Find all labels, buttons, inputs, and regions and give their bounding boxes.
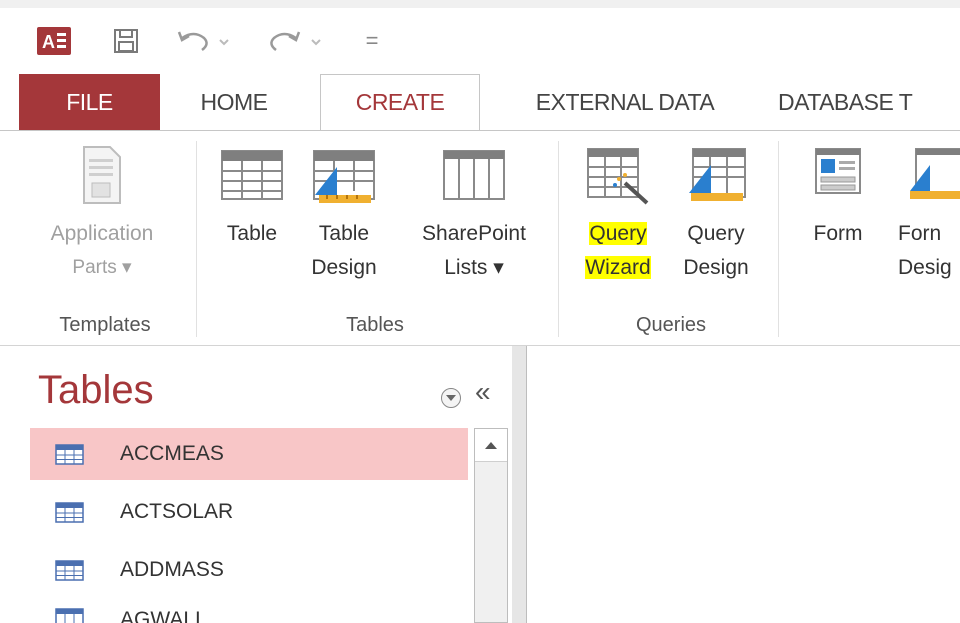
group-label-templates: Templates [59, 314, 151, 336]
application-parts-icon [83, 146, 121, 204]
query-wizard-highlight: Query [589, 222, 647, 245]
form-label: Form [813, 222, 863, 245]
redo-button[interactable] [268, 26, 326, 56]
table-design-label-2: Design [311, 256, 377, 279]
form-icon [815, 148, 861, 194]
query-wizard-label-2: Wizard [572, 251, 664, 285]
ribbon: Application Parts ▾ Templates Table Tabl… [0, 130, 960, 346]
quick-access-toolbar: A = [0, 0, 960, 70]
sharepoint-lists-label-1: SharePoint [422, 222, 526, 245]
nav-item-agwall[interactable]: AGWALL [30, 602, 468, 623]
query-wizard-button[interactable]: Query Wizard [572, 145, 664, 285]
form-design-label-2: Desig [898, 256, 952, 279]
nav-item-actsolar[interactable]: ACTSOLAR [30, 486, 468, 538]
nav-item-label: ADDMASS [120, 558, 224, 581]
customize-qat-button[interactable]: = [360, 26, 384, 56]
nav-item-label: AGWALL [120, 608, 207, 623]
group-separator [196, 141, 197, 337]
ribbon-tabs: FILE HOME CREATE EXTERNAL DATA DATABASE … [0, 74, 960, 131]
application-parts-label-2: Parts ▾ [72, 257, 132, 278]
sharepoint-lists-icon [443, 150, 505, 200]
query-design-label-2: Design [683, 256, 749, 279]
group-label-queries: Queries [635, 314, 707, 336]
query-wizard-highlight: Wizard [585, 256, 651, 279]
table-button[interactable]: Table [212, 145, 292, 251]
query-wizard-icon [587, 148, 649, 205]
tab-create[interactable]: CREATE [320, 74, 480, 131]
table-design-icon [313, 150, 375, 203]
table-label: Table [226, 222, 278, 245]
document-work-area [527, 346, 960, 623]
form-design-icon [910, 148, 960, 199]
nav-item-addmass[interactable]: ADDMASS [30, 544, 468, 596]
table-icon [55, 608, 84, 623]
sharepoint-lists-label-2: Lists ▾ [444, 256, 504, 279]
form-design-label-1: Forn [898, 222, 942, 245]
table-design-button[interactable]: Table Design [304, 145, 384, 285]
table-design-label-1: Table [318, 222, 370, 245]
query-design-label-1: Query [687, 222, 745, 245]
form-design-button[interactable]: Forn Desig [898, 145, 960, 285]
query-design-icon [689, 148, 746, 201]
sharepoint-lists-button[interactable]: SharePoint Lists ▾ [404, 145, 544, 285]
nav-item-label: ACTSOLAR [120, 500, 234, 523]
table-icon [55, 559, 84, 581]
group-separator [558, 141, 559, 337]
form-button[interactable]: Form [798, 145, 878, 251]
application-parts-button[interactable]: Application Parts ▾ [22, 145, 182, 285]
tab-home[interactable]: HOME [184, 74, 284, 130]
application-parts-label-1: Application [50, 222, 154, 245]
tab-file[interactable]: FILE [19, 74, 160, 130]
table-icon [221, 150, 283, 200]
nav-pane-title: Tables [38, 368, 154, 412]
group-separator [778, 141, 779, 337]
query-wizard-label-1: Query [572, 217, 664, 251]
nav-pane-scrollbar[interactable] [474, 428, 508, 623]
table-icon [55, 443, 84, 465]
scroll-up-arrow-icon[interactable] [475, 429, 507, 462]
save-icon[interactable] [110, 26, 142, 56]
access-app-icon[interactable]: A [36, 26, 72, 56]
undo-button[interactable] [176, 26, 234, 56]
nav-pane-splitter[interactable] [512, 346, 527, 623]
group-label-tables: Tables [346, 314, 404, 336]
table-icon [55, 501, 84, 523]
nav-item-accmeas[interactable]: ACCMEAS [30, 428, 468, 480]
svg-text:A: A [42, 32, 55, 52]
navigation-pane: Tables « ACCMEAS ACTSOLAR ADDMASS AGWALL [0, 346, 513, 623]
tab-external-data[interactable]: EXTERNAL DATA [506, 74, 744, 130]
nav-pane-menu-icon[interactable] [441, 388, 461, 408]
shutter-bar-collapse-icon[interactable]: « [475, 376, 491, 408]
query-design-button[interactable]: Query Design [670, 145, 762, 285]
tab-database-tools[interactable]: DATABASE T [778, 74, 960, 130]
nav-item-label: ACCMEAS [120, 442, 224, 465]
